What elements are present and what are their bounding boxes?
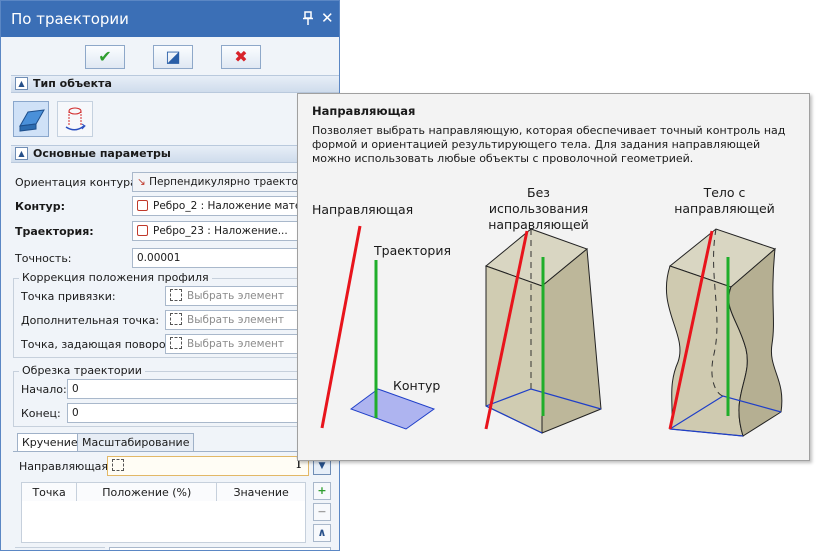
trajectory-panel: По траектории ✕ ✔ ◪ ✖ ▲ Тип объекта ▲ Осно…	[0, 0, 340, 551]
precision-label: Точность:	[15, 252, 72, 265]
graph-button[interactable]: ∧	[313, 524, 331, 542]
twist-table: Точка Положение (%) Значение	[20, 482, 306, 502]
anchor-point-field[interactable]: Выбрать элемент	[165, 286, 300, 306]
tab-scaling[interactable]: Масштабирование	[77, 433, 195, 452]
trim-end-input[interactable]: 0	[67, 403, 300, 423]
additional-point-field[interactable]: Выбрать элемент	[165, 310, 300, 330]
add-row-button[interactable]: +	[313, 482, 331, 500]
table-body	[21, 501, 306, 543]
preview-icon: ◪	[165, 47, 181, 66]
object-type-extrude-button[interactable]	[13, 101, 49, 137]
cancel-icon: ✖	[234, 47, 248, 66]
table-header-point[interactable]: Точка	[20, 482, 78, 502]
orientation-icon: ↘	[137, 176, 146, 188]
correction-title: Коррекция положения профиля	[19, 271, 212, 284]
collapse-chevron-icon[interactable]: ▲	[15, 147, 28, 160]
remove-row-button[interactable]: −	[313, 503, 331, 521]
tooltip-guide: Направляющая Позволяет выбрать направляю…	[297, 93, 810, 461]
contour-field[interactable]: Ребро_2 : Наложение мате...	[132, 196, 300, 216]
panel-titlebar: По траектории ✕	[1, 1, 339, 37]
figure-twisted	[665, 228, 783, 437]
table-header-position[interactable]: Положение (%)	[76, 482, 218, 502]
trim-title: Обрезка траектории	[19, 364, 145, 377]
trim-start-label: Начало:	[21, 383, 67, 396]
trajectory-label: Траектория:	[15, 225, 94, 238]
pin-icon[interactable]	[303, 11, 313, 29]
trim-end-label: Конец:	[21, 407, 61, 420]
section-object-type[interactable]: ▲ Тип объекта	[11, 75, 339, 93]
select-element-icon	[112, 459, 124, 471]
collapse-chevron-icon[interactable]: ▲	[15, 77, 28, 90]
panel-title: По траектории	[11, 10, 129, 28]
edge-icon	[137, 225, 148, 236]
additional-point-label: Дополнительная точка:	[21, 314, 160, 327]
guide-field[interactable]	[107, 456, 309, 476]
select-element-icon	[170, 313, 182, 325]
rotation-point-field[interactable]: Выбрать элемент	[165, 334, 300, 354]
section-main-params[interactable]: ▲ Основные параметры	[11, 145, 339, 163]
orientation-label: Ориентация контура:	[15, 176, 141, 189]
illustration	[320, 225, 783, 437]
divider	[15, 547, 105, 548]
tab-twist[interactable]: Кручение	[17, 433, 83, 452]
figure-prism	[484, 228, 602, 434]
cancel-button[interactable]: ✖	[221, 45, 261, 69]
caption-without-guide: Без использования направляющей	[488, 185, 589, 232]
surface-sweep-icon	[65, 107, 86, 131]
bottom-field[interactable]	[109, 547, 331, 550]
precision-input[interactable]: 0.00001	[132, 248, 300, 268]
guide-line-1	[320, 225, 362, 429]
trim-start-input[interactable]: 0	[67, 379, 300, 399]
trajectory-field[interactable]: Ребро_23 : Наложение...	[132, 221, 300, 241]
contour-plane	[349, 388, 436, 430]
rotation-point-label: Точка, задающая поворот:	[21, 338, 176, 351]
select-element-icon	[170, 337, 182, 349]
orientation-select[interactable]: ↘ Перпендикулярно траектор	[132, 172, 300, 192]
object-type-surface-button[interactable]	[57, 101, 93, 137]
ok-button[interactable]: ✔	[85, 45, 125, 69]
chevron-down-icon: ▼	[318, 461, 326, 471]
table-header-value[interactable]: Значение	[216, 482, 306, 502]
caption-with-guide: Тело с направляющей	[674, 185, 775, 216]
close-icon[interactable]: ✕	[321, 9, 334, 27]
caption-trajectory: Траектория	[374, 243, 451, 258]
extrude-body-icon	[19, 109, 45, 132]
contour-label: Контур:	[15, 200, 65, 213]
select-element-icon	[170, 289, 182, 301]
edge-icon	[137, 200, 148, 211]
anchor-point-label: Точка привязки:	[21, 290, 116, 303]
checkmark-icon: ✔	[98, 47, 112, 66]
guide-label: Направляющая:	[19, 460, 112, 473]
caption-guide: Направляющая	[312, 202, 414, 217]
preview-button[interactable]: ◪	[153, 45, 193, 69]
caption-contour: Контур	[393, 378, 441, 393]
